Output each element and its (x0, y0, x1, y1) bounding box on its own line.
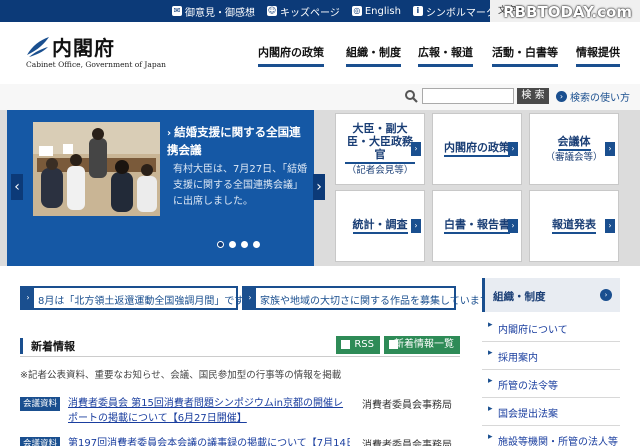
news-org: 消費者委員会事務局 (362, 400, 452, 411)
sidebar-item-recruit[interactable]: 採用案内 (482, 342, 620, 370)
banner-family-works[interactable]: › 家族や地域の大切さに関する作品を募集しています！ (242, 286, 500, 310)
info-icon: i (412, 6, 423, 16)
news-org: 消費者委員会事務局 (362, 440, 452, 446)
search-help-label: 検索の使い方 (570, 93, 630, 104)
carousel-dot-4[interactable] (253, 241, 260, 248)
chevron-right-icon: › (556, 91, 567, 102)
tile-label-text: 内閣府の政策 (444, 141, 510, 157)
tile-label-text: 大臣・副大臣・大臣政務官 (345, 122, 415, 164)
nav-organization[interactable]: 組織・制度 (346, 44, 401, 67)
carousel-photo (33, 122, 160, 216)
news-link[interactable]: 第197回消費者委員会本会議の議事録の掲載について【7月14日開催】 (68, 436, 350, 446)
tile-policy[interactable]: 内閣府の政策 › (432, 113, 522, 185)
carousel-next-button[interactable]: › (313, 174, 325, 200)
carousel-prev-button[interactable]: ‹ (11, 174, 23, 200)
carousel-title-text: 結婚支援に関する全国連携会議 (167, 125, 301, 157)
watermark: RBBTODAY.com (503, 3, 632, 21)
carousel-dot-3[interactable] (241, 241, 248, 248)
search-bar: 検 索 › 検索の使い方 (0, 84, 640, 110)
news-badge: 会議資料 (20, 437, 60, 446)
chevron-right-icon: › (605, 219, 615, 233)
tile-councils[interactable]: 会議体 （審議会等） › (529, 113, 619, 185)
sidebar-item-label: 内閣府について (498, 325, 568, 336)
logo-subtitle: Cabinet Office, Government of Japan (26, 60, 166, 69)
search-icon (405, 90, 418, 103)
sidebar-header[interactable]: 組織・制度 › (482, 278, 620, 312)
tile-white-papers[interactable]: 白書・報告書 › (432, 190, 522, 262)
sidebar-item-institutions[interactable]: 施設等機関・所管の法人等 (482, 426, 620, 446)
sidebar-item-label: 国会提出法案 (498, 409, 558, 420)
tile-label-text: 報道発表 (552, 218, 596, 234)
chevron-right-icon: › (244, 288, 256, 308)
search-help-link[interactable]: › 検索の使い方 (556, 89, 630, 104)
banner-text: 8月は「北方領土返還運動全国強調月間」です！ (38, 296, 255, 307)
tile-label-text: 会議体 (557, 135, 591, 151)
kids-icon: ☺ (267, 6, 277, 16)
carousel-dot-1[interactable] (217, 241, 224, 248)
banner-text: 家族や地域の大切さに関する作品を募集しています！ (260, 296, 500, 307)
rss-button[interactable]: RSS (336, 336, 380, 354)
utility-link-label: 御意見・御感想 (185, 7, 255, 19)
utility-link-feedback[interactable]: ✉ 御意見・御感想 (172, 4, 255, 19)
carousel-body: 有村大臣は、7月27日、「結婚支援に関する全国連携会議」に出席しました。 (173, 164, 308, 207)
utility-link-kids[interactable]: ☺ キッズページ (267, 4, 340, 19)
news-item: 会議資料 第197回消費者委員会本会議の議事録の掲載について【7月14日開催】 … (20, 436, 460, 446)
carousel-dot-2[interactable] (229, 241, 236, 248)
nav-information[interactable]: 情報提供 (576, 44, 620, 67)
search-input[interactable] (422, 88, 514, 104)
logo-title: 内閣府 (52, 36, 115, 60)
tile-label-sub: （記者会見等） (346, 164, 414, 176)
chevron-right-icon: › (508, 219, 518, 233)
tile-press-releases[interactable]: 報道発表 › (529, 190, 619, 262)
tile-ministers[interactable]: 大臣・副大臣・大臣政務官 （記者会見等） › (335, 113, 425, 185)
chevron-right-icon: › (508, 142, 518, 156)
tile-statistics[interactable]: 統計・調査 › (335, 190, 425, 262)
banner-northern-territories[interactable]: › 8月は「北方領土返還運動全国強調月間」です！ (20, 286, 254, 310)
chevron-right-icon: › (605, 142, 615, 156)
sidebar-item-label: 採用案内 (498, 353, 538, 364)
news-header: 新着情報 RSS 新着情報一覧 (20, 336, 460, 357)
sidebar-header-label: 組織・制度 (493, 291, 546, 303)
nav-activities[interactable]: 活動・白書等 (492, 44, 558, 67)
nav-public-relations[interactable]: 広報・報道 (418, 44, 473, 67)
chevron-right-icon: › (411, 142, 421, 156)
site-logo[interactable]: 内閣府 Cabinet Office, Government of Japan (26, 30, 176, 74)
chevron-right-icon: › (411, 219, 421, 233)
news-section-title: 新着情報 (20, 338, 75, 354)
sidebar-item-bills[interactable]: 国会提出法案 (482, 398, 620, 426)
news-note: ※記者公表資料、重要なお知らせ、会議、国民参加型の行事等の情報を掲載 (20, 370, 342, 381)
sidebar-item-about[interactable]: 内閣府について (482, 314, 620, 342)
utility-link-english[interactable]: ◎ English (351, 5, 401, 17)
news-carousel[interactable]: › 結婚支援に関する全国連携会議 有村大臣は、7月27日、「結婚支援に関する全国連… (7, 110, 325, 266)
tile-label-text: 統計・調査 (352, 218, 408, 234)
search-button[interactable]: 検 索 (517, 88, 549, 104)
chevron-right-icon: › (167, 128, 172, 139)
sidebar-item-laws[interactable]: 所管の法令等 (482, 370, 620, 398)
nav-policy[interactable]: 内閣府の政策 (258, 44, 324, 67)
sidebar-item-label: 施設等機関・所管の法人等 (498, 437, 618, 446)
utility-link-label: English (364, 5, 401, 17)
chevron-right-icon: › (22, 288, 34, 308)
top-bar: ✉ 御意見・御感想 ☺ キッズページ ◎ English i シンボルマークについて 文… (0, 0, 640, 22)
tile-label-sub: （審議会等） (545, 151, 603, 163)
utility-link-label: キッズページ (280, 7, 340, 19)
news-link[interactable]: 消費者委員会 第15回消費者問題シンポジウムin京都の開催レポートの掲載について… (68, 396, 350, 426)
chevron-right-icon: › (600, 289, 612, 301)
globe-icon: ◎ (351, 6, 362, 16)
tile-label-text: 白書・報告書 (444, 218, 510, 234)
cabinet-office-emblem-icon (27, 37, 49, 57)
carousel-title[interactable]: › 結婚支援に関する全国連携会議 (167, 124, 305, 159)
carousel-dots (217, 241, 265, 248)
news-list-button[interactable]: 新着情報一覧 (384, 336, 460, 354)
sidebar-item-label: 所管の法令等 (498, 381, 558, 392)
news-badge: 会議資料 (20, 397, 60, 411)
mail-icon: ✉ (172, 6, 182, 16)
news-item: 会議資料 消費者委員会 第15回消費者問題シンポジウムin京都の開催レポートの掲… (20, 396, 460, 430)
